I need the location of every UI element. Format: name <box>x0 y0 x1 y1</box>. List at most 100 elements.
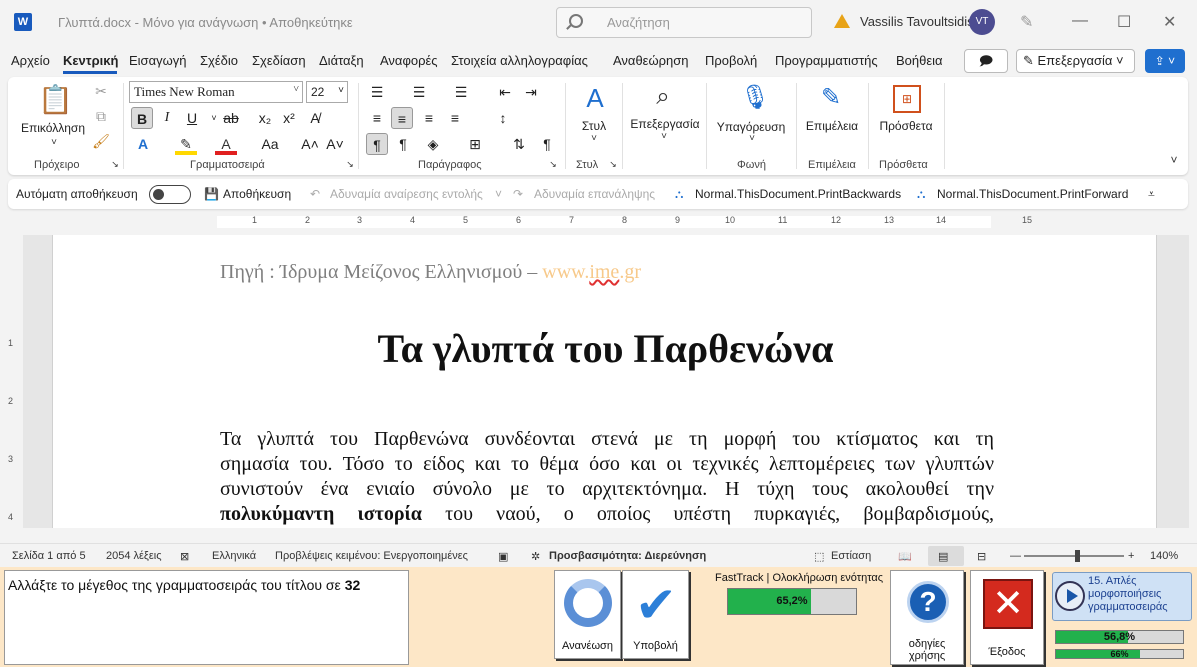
refresh-button[interactable]: Ανανέωση <box>554 570 621 659</box>
font-name-box[interactable]: Times New Roman ˅ <box>129 81 303 103</box>
sort-button[interactable]: ⇅ <box>508 133 530 155</box>
find-icon[interactable]: ⌕ <box>648 83 678 111</box>
shrink-font-button[interactable]: A˅ <box>324 133 346 155</box>
help-button[interactable]: ? οδηγίες χρήσης <box>890 570 964 665</box>
show-marks-button[interactable]: ¶ <box>536 133 558 155</box>
web-layout-icon[interactable]: ⊟ <box>977 550 986 563</box>
warning-icon[interactable] <box>834 14 850 28</box>
addins-icon[interactable]: ⊞ <box>893 85 921 113</box>
decrease-indent-button[interactable]: ⇤ <box>494 81 516 103</box>
styles-icon[interactable]: A <box>580 83 610 114</box>
document-area[interactable]: Πηγή : Ίδρυμα Μείζονος Ελληνισμού – www.… <box>23 235 1189 528</box>
align-left-button[interactable]: ≡ <box>366 107 388 129</box>
chevron-down-icon[interactable]: ˅ <box>44 137 64 148</box>
vertical-ruler[interactable]: 1 2 3 4 <box>6 236 18 526</box>
minimize-button[interactable]: — <box>1072 12 1088 30</box>
microphone-icon[interactable]: 🎙 <box>740 83 770 113</box>
chevron-down-icon[interactable]: ˅ <box>495 187 502 201</box>
autosave-toggle[interactable] <box>149 185 191 204</box>
collapse-ribbon-icon[interactable]: ˅ <box>1166 153 1182 167</box>
editor-icon[interactable]: ✎ <box>816 83 846 112</box>
submit-button[interactable]: ✔ Υποβολή <box>622 570 689 659</box>
tab-mailings[interactable]: Στοιχεία αλληλογραφίας <box>451 53 588 68</box>
lesson-card[interactable]: 15. Απλές μορφοποιήσεις γραμματοσειράς <box>1052 572 1192 621</box>
page-count[interactable]: Σελίδα 1 από 5 <box>12 550 86 562</box>
align-center-button[interactable]: ≡ <box>391 107 413 129</box>
styles-launcher-icon[interactable]: ↘ <box>608 159 618 170</box>
ltr-button[interactable]: ¶ <box>366 133 388 155</box>
tab-file[interactable]: Αρχείο <box>11 53 50 68</box>
tab-review[interactable]: Αναθεώρηση <box>613 53 689 68</box>
avatar[interactable]: VT <box>969 9 995 35</box>
shading-button[interactable]: ◈ <box>422 133 444 155</box>
clipboard-launcher-icon[interactable]: ↘ <box>110 159 120 170</box>
horizontal-ruler[interactable]: 1 2 3 4 5 6 7 8 9 10 11 12 13 14 15 <box>50 214 1160 230</box>
customize-toolbar-icon[interactable]: ⩡ <box>1148 187 1155 202</box>
maximize-button[interactable]: ☐ <box>1117 12 1131 32</box>
tab-design[interactable]: Σχεδίαση <box>252 53 306 68</box>
document-title[interactable]: Γλυπτά.docx - Μόνο για ανάγνωση • Αποθηκ… <box>58 15 353 30</box>
clear-formatting-button[interactable]: A̸ <box>304 107 326 129</box>
zoom-in-button[interactable]: + <box>1128 550 1134 562</box>
bullets-button[interactable]: ☰ <box>366 81 388 103</box>
tab-help[interactable]: Βοήθεια <box>896 53 943 68</box>
tab-view[interactable]: Προβολή <box>705 53 757 68</box>
redo-button[interactable]: Αδυναμία επανάληψης <box>534 187 655 201</box>
increase-indent-button[interactable]: ⇥ <box>520 81 542 103</box>
source-link[interactable]: www.ime.gr <box>542 261 641 283</box>
focus-button[interactable]: Εστίαση <box>831 550 871 562</box>
highlight-color-button[interactable]: ✎ <box>175 133 197 155</box>
align-right-button[interactable]: ≡ <box>418 107 440 129</box>
copy-icon[interactable]: ⧉ <box>92 108 110 125</box>
font-size-box[interactable]: 22 ˅ <box>306 81 348 103</box>
font-color-button[interactable]: A <box>215 133 237 155</box>
share-button[interactable]: ⇪ ˅ <box>1145 49 1185 73</box>
bold-button[interactable]: B <box>131 107 153 129</box>
styles-button[interactable]: Στυλ <box>570 119 618 133</box>
editor-button[interactable]: Επιμέλεια <box>802 119 862 133</box>
word-count[interactable]: 2054 λέξεις <box>106 550 162 562</box>
justify-button[interactable]: ≡ <box>444 107 466 129</box>
document-page[interactable]: Πηγή : Ίδρυμα Μείζονος Ελληνισμού – www.… <box>52 235 1157 528</box>
save-icon[interactable]: 💾 <box>204 187 219 201</box>
subscript-button[interactable]: x₂ <box>254 107 276 129</box>
search-box[interactable]: Αναζήτηση <box>556 7 812 38</box>
multilevel-list-button[interactable]: ☰ <box>450 81 472 103</box>
read-mode-icon[interactable]: 📖 <box>898 550 912 563</box>
font-launcher-icon[interactable]: ↘ <box>345 159 355 170</box>
macro-print-backwards[interactable]: Normal.ThisDocument.PrintBackwards <box>695 187 901 201</box>
editing-mode-button[interactable]: ✎ Επεξεργασία ˅ <box>1016 49 1135 73</box>
grow-font-button[interactable]: A˄ <box>299 133 321 155</box>
save-button[interactable]: Αποθήκευση <box>223 187 291 201</box>
tab-home[interactable]: Κεντρική <box>63 53 118 68</box>
close-button[interactable]: ✕ <box>1163 12 1176 32</box>
tab-draw[interactable]: Σχέδιο <box>200 53 238 68</box>
paste-button[interactable]: Επικόλληση <box>20 121 86 135</box>
chevron-down-icon[interactable]: ˅ <box>744 133 760 144</box>
document-heading[interactable]: Τα γλυπτά του Παρθενώνα <box>53 325 1158 372</box>
line-spacing-button[interactable]: ↕ <box>492 107 514 129</box>
print-layout-icon[interactable]: ▤ <box>938 550 948 563</box>
addins-button[interactable]: Πρόσθετα <box>874 119 938 133</box>
strikethrough-button[interactable]: ab <box>220 107 242 129</box>
exit-button[interactable]: ✕ Έξοδος <box>970 570 1044 665</box>
macro-print-forward[interactable]: Normal.ThisDocument.PrintForward <box>937 187 1128 201</box>
zoom-level[interactable]: 140% <box>1150 550 1178 562</box>
numbering-button[interactable]: ☰ <box>408 81 430 103</box>
tab-developer[interactable]: Προγραμματιστής <box>775 53 878 68</box>
paragraph-launcher-icon[interactable]: ↘ <box>548 159 558 170</box>
dictate-button[interactable]: Υπαγόρευση <box>713 120 789 134</box>
source-line[interactable]: Πηγή : Ίδρυμα Μείζονος Ελληνισμού – www.… <box>220 261 641 284</box>
tab-layout[interactable]: Διάταξη <box>319 53 364 68</box>
chevron-down-icon[interactable]: ˅ <box>656 131 672 142</box>
cut-icon[interactable]: ✂ <box>92 83 110 100</box>
tab-insert[interactable]: Εισαγωγή <box>129 53 186 68</box>
user-name[interactable]: Vassilis Tavoultsidis <box>860 14 974 29</box>
format-painter-icon[interactable]: 🖌 <box>92 133 110 150</box>
language[interactable]: Ελληνικά <box>212 550 256 562</box>
borders-button[interactable]: ⊞ <box>464 133 486 155</box>
change-case-button[interactable]: Aa <box>256 133 284 155</box>
text-effects-button[interactable]: A <box>132 133 154 155</box>
underline-button[interactable]: U <box>181 107 203 129</box>
zoom-out-button[interactable]: — <box>1010 550 1021 562</box>
